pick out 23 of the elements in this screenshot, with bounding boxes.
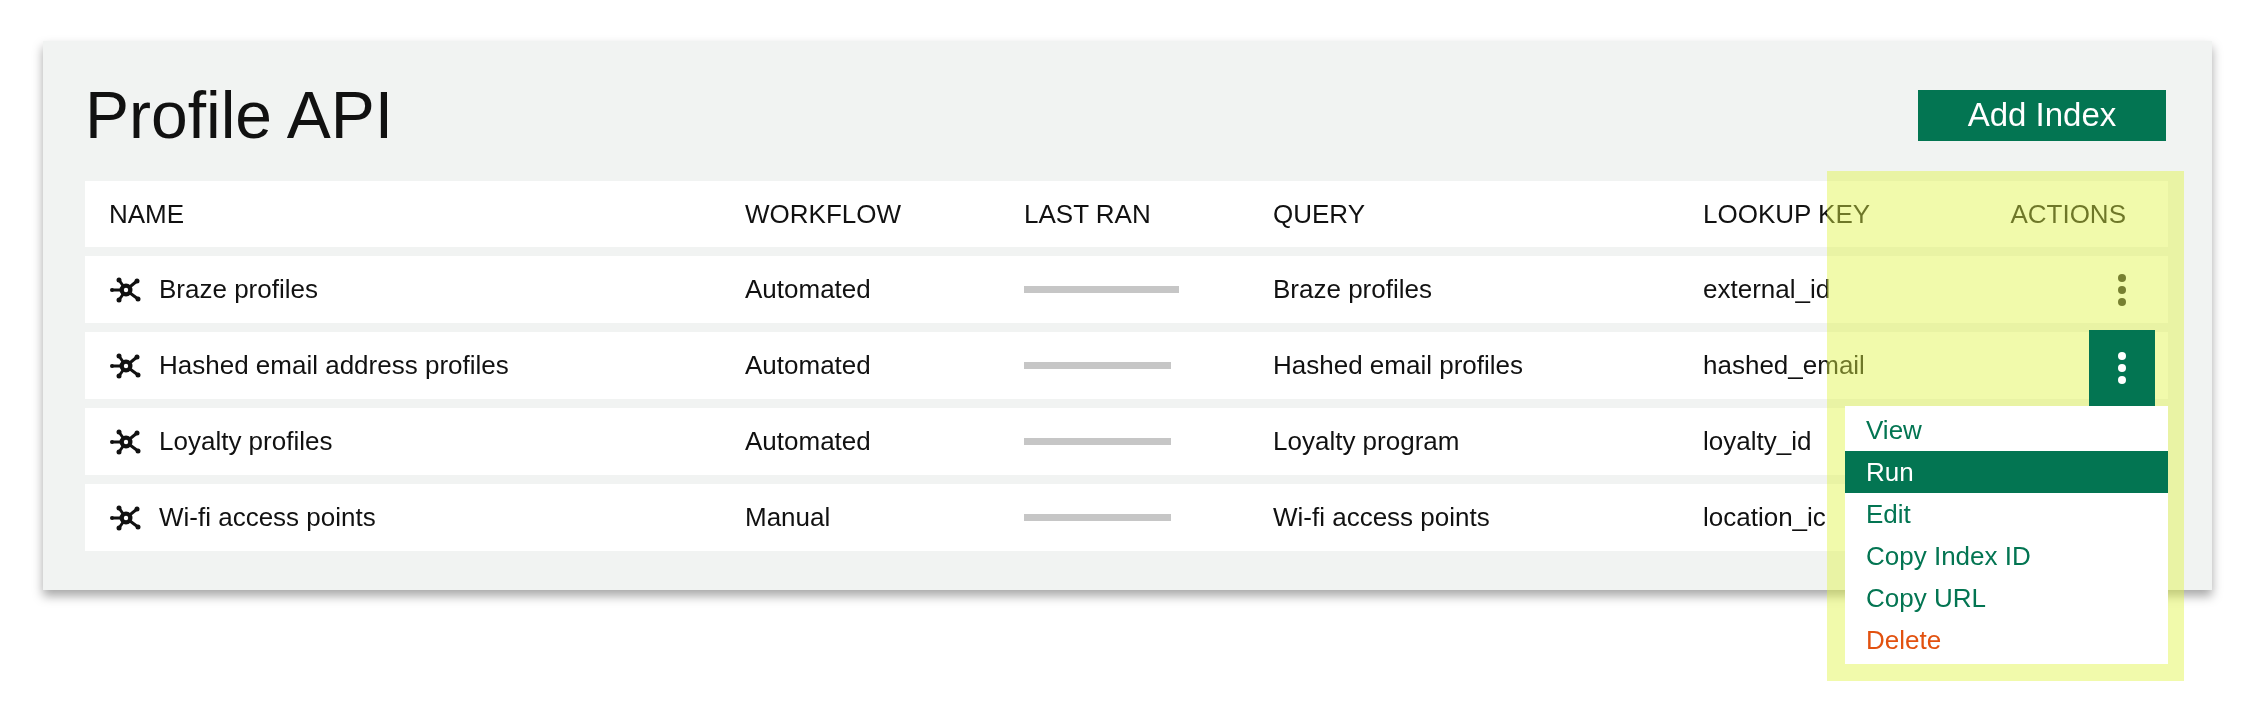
table-cell: location_ic — [1703, 502, 1826, 532]
table-cell: external_id — [1703, 274, 1831, 304]
table-cell-text: Braze profiles — [159, 273, 318, 306]
table-cell: Manual — [745, 502, 831, 532]
table-cell: Automated — [745, 350, 871, 380]
table-cell: Automated — [745, 274, 871, 304]
table-cell: loyalty_id — [1703, 426, 1812, 456]
column-header: LOOKUP KEY — [1703, 198, 1871, 229]
page-title: Profile API — [85, 82, 394, 148]
column-header: LAST RAN — [1024, 198, 1151, 229]
table-cell: Loyalty program — [1273, 426, 1460, 456]
table-cell: Wi-fi access points — [1273, 502, 1490, 532]
table-cell-text: Loyalty profiles — [159, 425, 333, 458]
table-cell: Braze profiles — [1273, 274, 1432, 304]
table-cell: hashed_email — [1703, 350, 1865, 380]
column-header: NAME — [109, 198, 185, 229]
table-cell: Automated — [745, 426, 871, 456]
column-header: WORKFLOW — [745, 198, 901, 229]
column-header: QUERY — [1273, 198, 1365, 229]
column-header: ACTIONS — [2010, 197, 2126, 231]
table-cell: Hashed email profiles — [1273, 350, 1523, 380]
table-cell-text: Wi-fi access points — [159, 501, 376, 534]
table-cell-text: Hashed email address profiles — [159, 349, 509, 382]
